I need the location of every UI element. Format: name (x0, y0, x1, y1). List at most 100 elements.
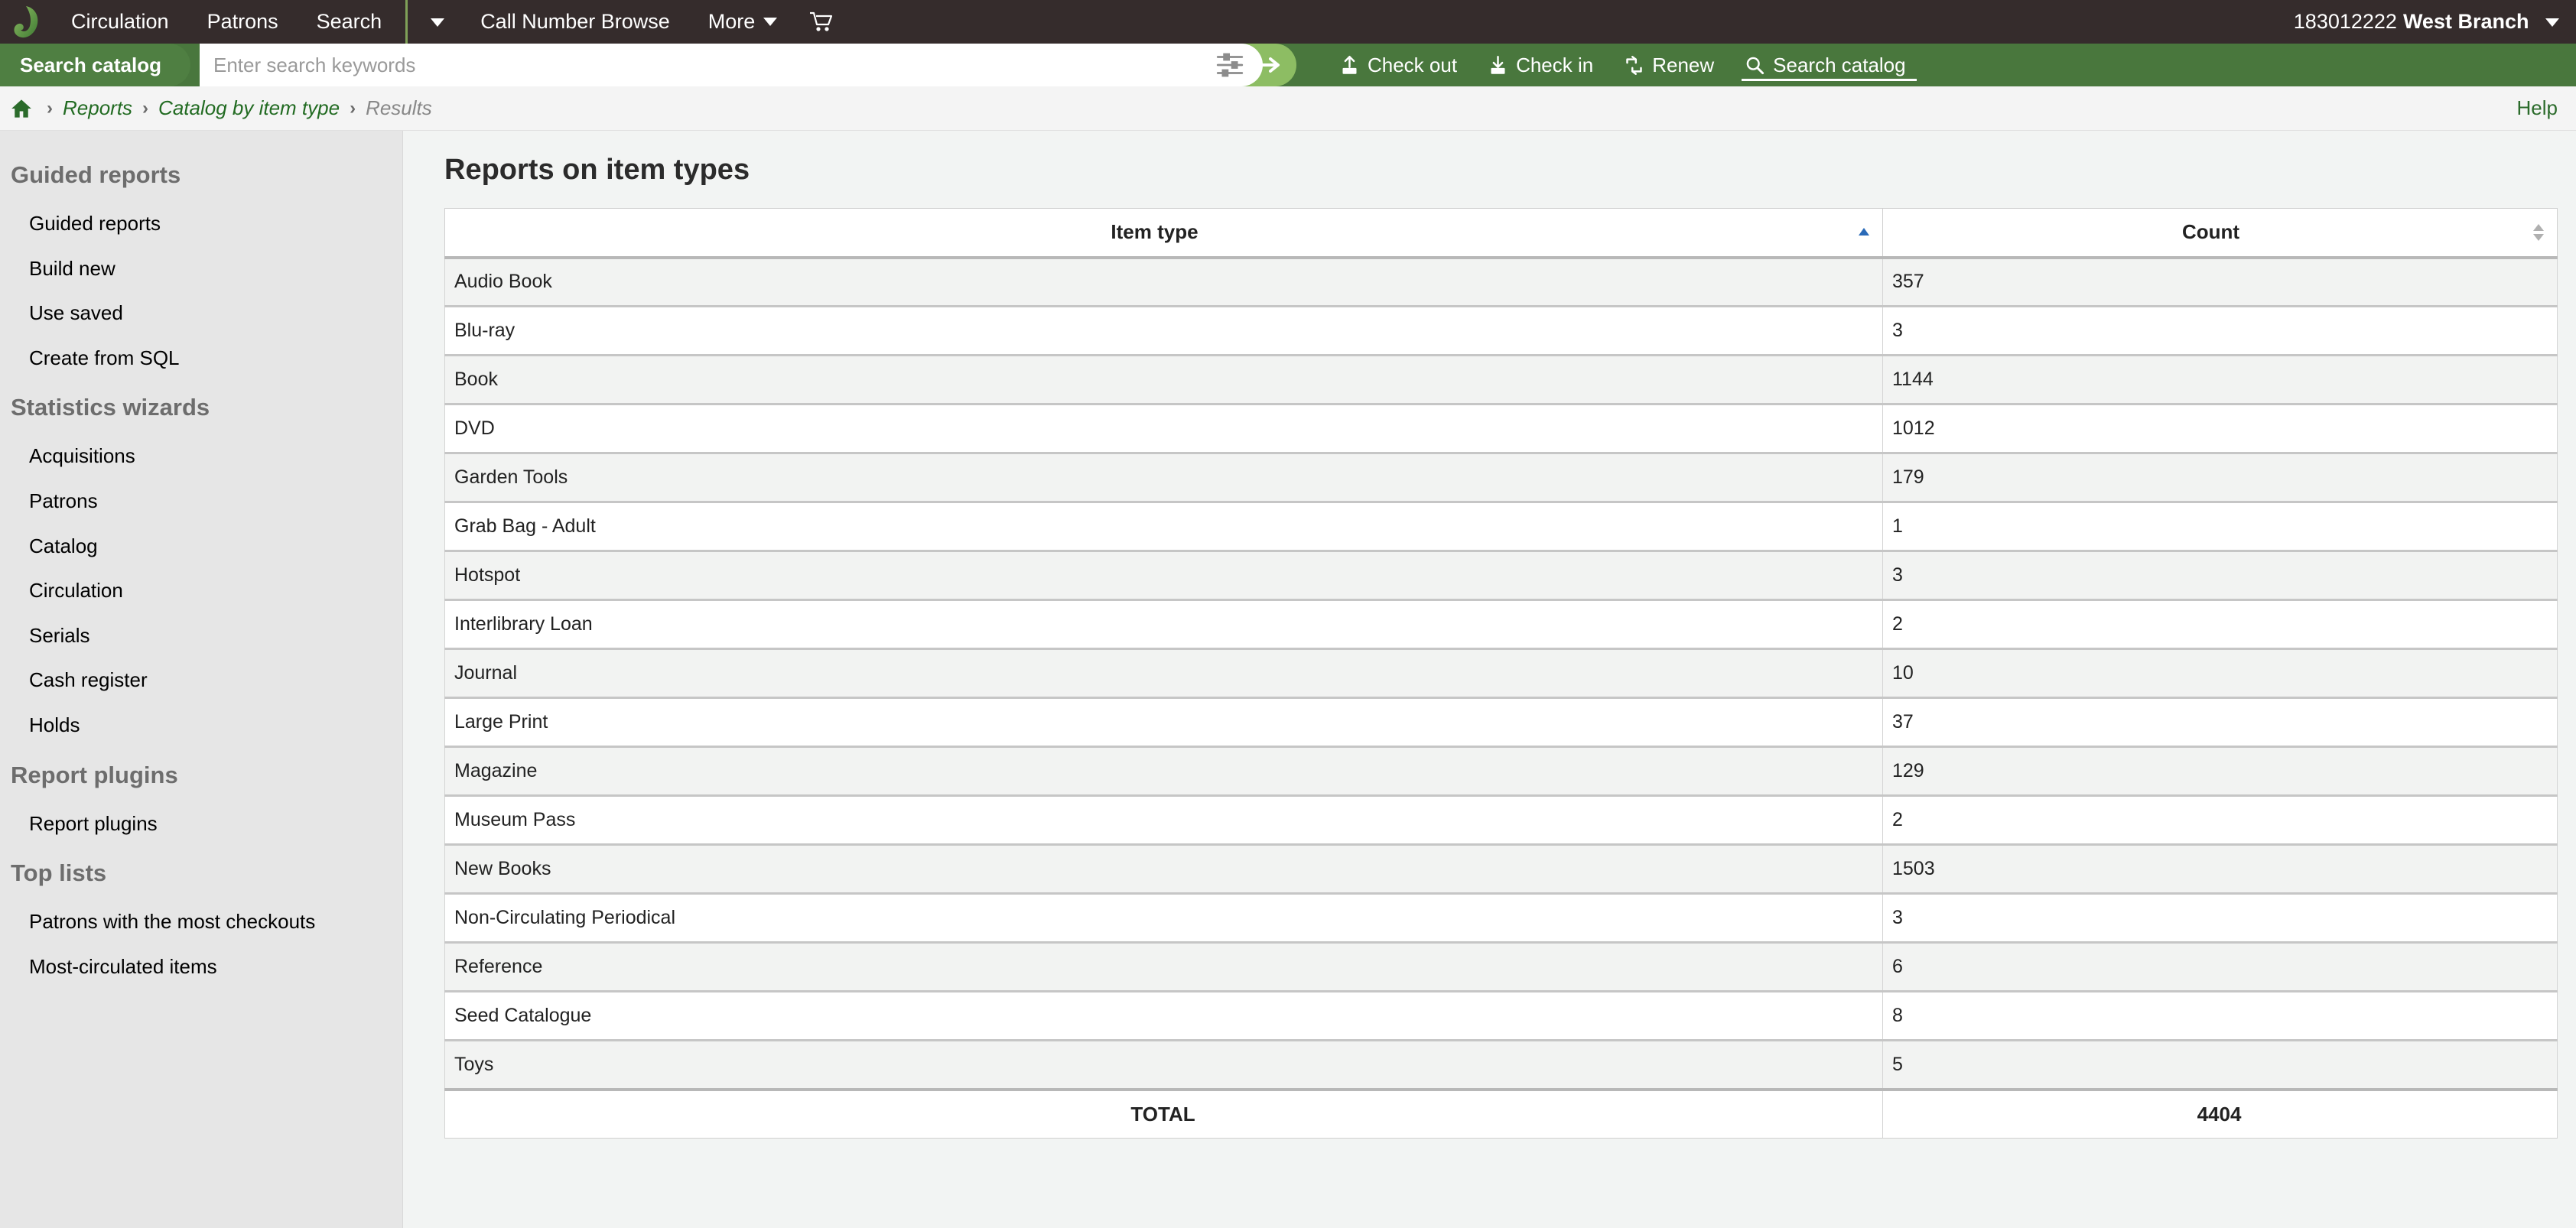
branch-number: 183012222 (2293, 10, 2397, 33)
quick-link-renew[interactable]: Renew (1608, 44, 1729, 86)
nav-more-label: More (707, 10, 756, 33)
breadcrumb-separator: › (350, 97, 356, 119)
table-total-row: TOTAL 4404 (444, 1087, 2558, 1139)
koha-leaf-logo-icon[interactable] (11, 5, 41, 39)
cell-item-type: Non-Circulating Periodical (444, 893, 1883, 944)
cell-item-type: DVD (444, 404, 1883, 454)
chevron-down-icon (763, 18, 778, 26)
search-input[interactable] (199, 46, 1214, 84)
check-out-icon (1342, 55, 1357, 74)
sidebar-heading-report-plugins: Report plugins (11, 761, 178, 788)
breadcrumb: › Reports › Catalog by item type › Resul… (0, 86, 2576, 131)
sidebar-item-catalog[interactable]: Catalog (0, 524, 402, 569)
nav-item-circulation[interactable]: Circulation (52, 0, 188, 44)
cell-count: 3 (1882, 306, 2558, 356)
quick-link-check-in[interactable]: Check in (1472, 44, 1608, 86)
quick-link-label: Check out (1367, 53, 1458, 76)
sidebar-item-guided-reports[interactable]: Guided reports (0, 201, 402, 246)
cell-count: 1144 (1882, 355, 2558, 405)
column-header-item-type[interactable]: Item type (444, 208, 1883, 259)
cell-item-type: Hotspot (444, 551, 1883, 601)
table-row: Museum Pass 2 (444, 795, 2558, 846)
page-title: Reports on item types (444, 154, 750, 186)
cell-item-type: Interlibrary Loan (444, 599, 1883, 650)
column-header-label: Count (2181, 220, 2240, 244)
total-value: 4404 (1882, 1087, 2558, 1139)
table-row: Journal 10 (444, 648, 2558, 699)
branch-selector[interactable]: 183012222 West Branch (2294, 0, 2559, 44)
sort-none-icon (2533, 223, 2544, 241)
home-icon[interactable] (11, 98, 32, 119)
table-row: Magazine 129 (444, 746, 2558, 797)
table-foot: TOTAL 4404 (444, 1087, 2558, 1139)
cell-item-type: Reference (444, 942, 1883, 992)
breadcrumb-separator: › (142, 97, 149, 119)
nav-item-call-number-browse[interactable]: Call Number Browse (461, 0, 689, 44)
page-body: Guided reports Guided reports Build new … (0, 131, 2576, 1228)
sidebar-item-create-from-sql[interactable]: Create from SQL (0, 336, 402, 381)
chevron-down-icon (431, 18, 445, 28)
table-row: Hotspot 3 (444, 551, 2558, 601)
quick-link-label: Renew (1652, 53, 1715, 76)
cell-item-type: Audio Book (444, 257, 1883, 307)
table-row: Grab Bag - Adult 1 (444, 502, 2558, 552)
cell-count: 37 (1882, 697, 2558, 748)
sidebar-item-acquisitions[interactable]: Acquisitions (0, 434, 402, 479)
quick-links: Check out Check in Renew Search catalog (1324, 44, 1921, 86)
item-types-report-table: Item type Count Audio Book 357 Blu-ray 3… (444, 208, 2558, 1139)
cell-item-type: Garden Tools (444, 453, 1883, 503)
cart-button[interactable] (796, 11, 851, 33)
cell-count: 129 (1882, 746, 2558, 797)
sidebar-item-holds[interactable]: Holds (0, 703, 402, 748)
search-catalog-tab[interactable]: Search catalog (0, 44, 190, 86)
table-row: DVD 1012 (444, 404, 2558, 454)
sidebar-item-patrons-most-checkouts[interactable]: Patrons with the most checkouts (0, 899, 402, 944)
cell-item-type: New Books (444, 844, 1883, 895)
sidebar-item-patrons[interactable]: Patrons (0, 479, 402, 524)
sidebar-item-most-circulated-items[interactable]: Most-circulated items (0, 944, 402, 989)
sidebar-item-report-plugins[interactable]: Report plugins (0, 801, 402, 846)
table-row: Garden Tools 179 (444, 453, 2558, 503)
cell-count: 10 (1882, 648, 2558, 699)
cell-count: 1503 (1882, 844, 2558, 895)
cell-count: 357 (1882, 257, 2558, 307)
table-head: Item type Count (444, 208, 2558, 259)
column-header-count[interactable]: Count (1882, 208, 2558, 259)
main-content: Reports on item types Item type Count Au… (403, 131, 2576, 1228)
cell-count: 2 (1882, 599, 2558, 650)
table-row: Audio Book 357 (444, 257, 2558, 307)
cell-count: 179 (1882, 453, 2558, 503)
sidebar-item-circulation[interactable]: Circulation (0, 568, 402, 613)
search-icon (1746, 57, 1764, 74)
table-row: Reference 6 (444, 942, 2558, 992)
sidebar-item-build-new[interactable]: Build new (0, 246, 402, 291)
search-input-container (199, 44, 1263, 86)
cell-item-type: Book (444, 355, 1883, 405)
help-link[interactable]: Help (2517, 96, 2558, 120)
sidebar-item-serials[interactable]: Serials (0, 613, 402, 658)
cell-count: 3 (1882, 551, 2558, 601)
sliders-filter-icon[interactable] (1214, 49, 1246, 81)
table-body: Audio Book 357 Blu-ray 3 Book 1144 DVD 1012 Gard… (444, 257, 2558, 1090)
quick-link-check-out[interactable]: Check out (1324, 44, 1472, 86)
cell-item-type: Large Print (444, 697, 1883, 748)
table-row: Seed Catalogue 8 (444, 991, 2558, 1041)
sidebar-item-use-saved[interactable]: Use saved (0, 291, 402, 336)
sidebar-item-cash-register[interactable]: Cash register (0, 658, 402, 703)
breadcrumb-item-catalog-by-item-type[interactable]: Catalog by item type (158, 96, 340, 120)
quick-link-label: Search catalog (1773, 53, 1906, 76)
shopping-cart-icon (810, 11, 833, 31)
quick-link-search-catalog[interactable]: Search catalog (1729, 44, 1921, 86)
cell-item-type: Grab Bag - Adult (444, 502, 1883, 552)
table-row: Large Print 37 (444, 697, 2558, 748)
breadcrumb-item-results: Results (366, 96, 432, 119)
table-row: New Books 1503 (444, 844, 2558, 895)
sort-ascending-icon (1859, 227, 1869, 236)
nav-item-more[interactable]: More (689, 0, 797, 44)
nav-item-patrons[interactable]: Patrons (188, 0, 298, 44)
branch-name: West Branch (2402, 10, 2529, 33)
nav-dropdown-toggle[interactable] (412, 0, 461, 44)
nav-item-search[interactable]: Search (298, 0, 402, 44)
top-navigation-bar: Circulation Patrons Search Call Number B… (0, 0, 2576, 44)
breadcrumb-item-reports[interactable]: Reports (63, 96, 132, 120)
